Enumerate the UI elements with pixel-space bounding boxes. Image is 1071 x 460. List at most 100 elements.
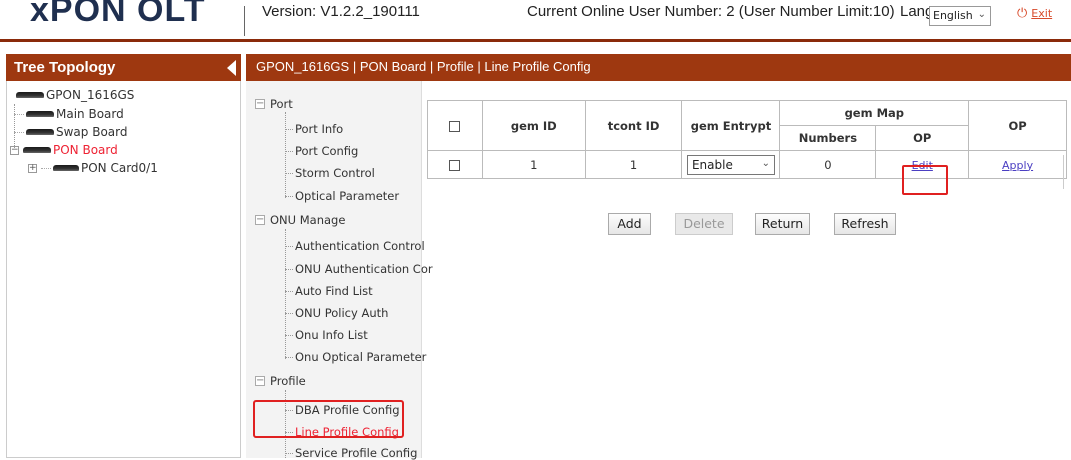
return-button[interactable]: Return — [755, 213, 810, 235]
tree-item-pon-board[interactable]: − PON Board — [10, 141, 118, 159]
menu-group-profile[interactable]: − Profile — [255, 374, 306, 388]
expand-plus-icon[interactable]: + — [28, 163, 37, 173]
menu-item-onu-authentication[interactable]: ONU Authentication Cor — [285, 262, 433, 276]
line-profile-table: gem ID tcont ID gem Entrypt gem Map OP N… — [427, 100, 1071, 179]
tree-branch — [14, 113, 24, 115]
menu-branch — [285, 245, 293, 247]
menu-item-label: Authentication Control — [295, 239, 425, 253]
tree-branch — [41, 167, 51, 169]
menu-group-onu-manage[interactable]: − ONU Manage — [255, 213, 345, 227]
delete-button[interactable]: Delete — [675, 213, 733, 235]
collapse-minus-icon[interactable]: − — [255, 215, 265, 225]
menu-highlight-annotation — [253, 400, 404, 438]
col-op: OP — [968, 100, 1067, 151]
menu-item-optical-parameter[interactable]: Optical Parameter — [285, 189, 399, 203]
chevron-down-icon: ⌄ — [977, 9, 986, 20]
menu-item-label: ONU Policy Auth — [295, 306, 389, 320]
table-scroll-edge — [1063, 155, 1071, 189]
tree-item-label: Swap Board — [56, 125, 128, 139]
menu-item-label: Onu Optical Parameter — [295, 350, 427, 364]
menu-branch — [285, 334, 293, 336]
menu-item-label: Storm Control — [295, 166, 375, 180]
tree-root-label: GPON_1616GS — [46, 88, 135, 102]
menu-branch — [285, 268, 293, 270]
version-text: Version: V1.2.2_190111 — [262, 3, 420, 20]
exit-link[interactable]: ⏻ Exit — [1017, 6, 1052, 21]
lang-select[interactable]: English ⌄ — [929, 6, 991, 26]
menu-group-label: Profile — [270, 374, 306, 388]
menu-item-port-info[interactable]: Port Info — [285, 122, 343, 136]
cell-op: Apply — [968, 150, 1067, 179]
device-icon — [26, 111, 54, 117]
device-icon — [23, 147, 51, 153]
collapse-arrow-icon[interactable] — [227, 60, 236, 76]
menu-item-authentication-control[interactable]: Authentication Control — [285, 239, 425, 253]
menu-item-onu-optical-parameter[interactable]: Onu Optical Parameter — [285, 350, 426, 364]
menu-branch — [285, 128, 293, 130]
menu-branch — [285, 150, 293, 152]
tree-item-main-board[interactable]: Main Board — [14, 105, 124, 123]
header: xPON OLT Version: V1.2.2_190111 Current … — [0, 0, 1071, 40]
refresh-button[interactable]: Refresh — [834, 213, 896, 235]
tree-item-label: Main Board — [56, 107, 124, 121]
expand-minus-icon[interactable]: − — [10, 145, 19, 155]
tree-topology-header: Tree Topology — [6, 54, 241, 81]
menu-branch — [285, 312, 293, 314]
menu-branch — [285, 452, 293, 454]
entrypt-value: Enable — [691, 157, 733, 172]
breadcrumb: GPON_1616GS | PON Board | Profile | Line… — [246, 54, 1071, 81]
menu-item-port-config[interactable]: Port Config — [285, 144, 358, 158]
tree-root[interactable]: GPON_1616GS — [16, 86, 134, 104]
device-icon — [26, 129, 54, 135]
row-select-cell — [427, 150, 483, 179]
entrypt-select[interactable]: Enable ⌄ — [686, 154, 775, 175]
cell-gem-id: 1 — [481, 150, 586, 179]
menu-item-label: Optical Parameter — [295, 189, 400, 203]
row-checkbox[interactable] — [449, 159, 461, 171]
menu-group-port[interactable]: − Port — [255, 97, 293, 111]
menu-item-label: Auto Find List — [295, 284, 373, 298]
menu-item-onu-info-list[interactable]: Onu Info List — [285, 328, 368, 342]
col-gem-map-op: OP — [875, 125, 970, 151]
col-gem-id: gem ID — [481, 100, 586, 151]
select-all-cell — [427, 100, 483, 151]
device-icon — [16, 92, 44, 98]
tree-item-swap-board[interactable]: Swap Board — [14, 123, 127, 141]
lang-value: English — [933, 9, 973, 22]
tree-item-label: PON Card0/1 — [81, 161, 158, 175]
col-gem-map: gem Map — [779, 100, 970, 126]
menu-item-auto-find-list[interactable]: Auto Find List — [285, 284, 373, 298]
menu-group-label: ONU Manage — [270, 213, 346, 227]
menu-item-label: Port Info — [295, 122, 344, 136]
menu-branch — [285, 172, 293, 174]
table-row: 1 1 Enable ⌄ 0 Edit Apply — [427, 150, 1067, 179]
menu-group-label: Port — [270, 97, 293, 111]
menu-item-label: Onu Info List — [295, 328, 368, 342]
col-gem-entrypt: gem Entrypt — [681, 100, 781, 151]
collapse-minus-icon[interactable]: − — [255, 376, 265, 386]
app-logo: xPON OLT — [30, 0, 206, 29]
cell-entrypt: Enable ⌄ — [681, 150, 781, 179]
menu-branch — [285, 290, 293, 292]
online-users-text: Current Online User Number: 2 (User Numb… — [527, 3, 895, 20]
col-numbers: Numbers — [779, 125, 877, 151]
device-icon — [53, 165, 79, 171]
menu-branch — [285, 195, 293, 197]
select-all-checkbox[interactable] — [449, 120, 461, 132]
tree-branch — [14, 131, 24, 133]
col-tcont-id: tcont ID — [584, 100, 683, 151]
header-border — [0, 39, 1071, 42]
menu-branch — [285, 356, 293, 358]
menu-item-label: ONU Authentication Cor — [295, 262, 433, 276]
edit-highlight-annotation — [902, 165, 948, 195]
add-button[interactable]: Add — [608, 213, 651, 235]
header-divider — [244, 6, 245, 36]
menu-item-storm-control[interactable]: Storm Control — [285, 166, 375, 180]
chevron-down-icon: ⌄ — [761, 157, 770, 169]
cell-tcont-id: 1 — [584, 150, 683, 179]
tree-item-pon-card[interactable]: + PON Card0/1 — [28, 159, 158, 177]
apply-link[interactable]: Apply — [1002, 159, 1033, 172]
power-icon: ⏻ — [1017, 6, 1028, 21]
menu-item-onu-policy-auth[interactable]: ONU Policy Auth — [285, 306, 388, 320]
collapse-minus-icon[interactable]: − — [255, 99, 265, 109]
